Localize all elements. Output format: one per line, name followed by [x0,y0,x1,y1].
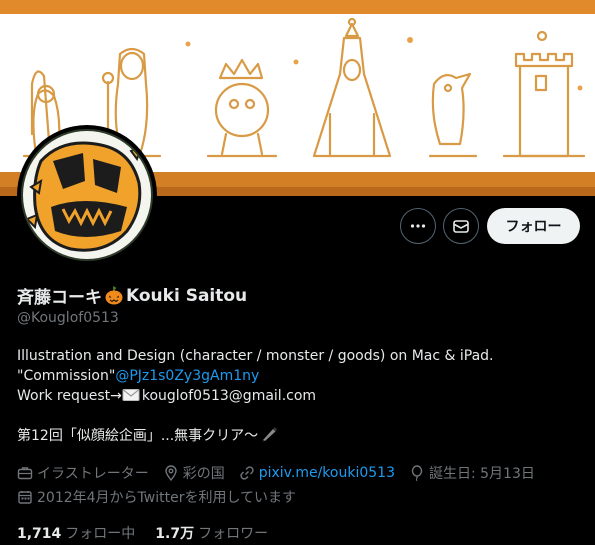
pumpkin-monster-illustration [25,141,143,252]
follow-button[interactable]: フォロー [487,208,580,244]
bio-line-1: Illustration and Design (character / mon… [17,348,494,364]
link-icon [240,466,254,480]
following-link[interactable]: 1,714 フォロー中 [17,523,135,543]
birthday-text: 誕生日: 5月13日 [428,466,535,482]
pumpkin-emoji-icon [105,285,123,304]
display-name: 斉藤コーキ Kouki Saitou [17,283,248,309]
follow-stats: 1,714 フォロー中 1.7万 フォロワー [17,523,288,543]
pen-emoji-icon [262,427,278,442]
location-item: 彩の国 [163,463,225,483]
briefcase-icon [17,467,33,480]
more-button[interactable] [400,208,436,244]
more-icon [410,224,426,228]
location-text: 彩の国 [182,466,225,482]
birthday-item: 誕生日: 5月13日 [409,463,535,483]
following-count: 1,714 [17,526,62,542]
bio-work-request-label: Work request→ [17,388,122,404]
balloon-icon [411,465,423,481]
calendar-icon [18,491,32,504]
bio-campaign-text: 第12回「似顔絵企画」...無事クリア〜 [17,428,259,444]
bio-line-3: Work request→ kouglof0513@gmail.com [17,386,587,406]
commission-account-link[interactable]: @PJz1s0Zy3gAm1ny [115,368,259,384]
profile-join-row: 2012年4月からTwitterを利用しています [17,487,310,507]
joined-text: 2012年4月からTwitterを利用しています [37,490,297,506]
profession-item: イラストレーター [17,463,149,483]
bio-line-2: "Commission"@PJz1s0Zy3gAm1ny [17,366,587,386]
user-handle: @Kouglof0513 [17,310,119,326]
followers-link[interactable]: 1.7万 フォロワー [155,523,268,543]
bio-line-4: 第12回「似顔絵企画」...無事クリア〜 [17,426,587,446]
joined-item: 2012年4月からTwitterを利用しています [17,487,296,507]
following-label: フォロー中 [65,526,136,542]
envelope-emoji-icon [122,389,140,401]
profession-text: イラストレーター [37,466,149,482]
avatar[interactable] [17,125,157,265]
avatar-image [21,129,153,261]
location-pin-icon [165,465,177,481]
display-name-jp: 斉藤コーキ [17,288,102,308]
website-link[interactable]: pixiv.me/kouki0513 [259,465,395,481]
bio-commission-label: "Commission" [17,368,116,384]
website-item[interactable]: pixiv.me/kouki0513 [239,465,395,481]
profile-meta-row: イラストレーター 彩の国 pixiv.me/kouki0513 誕生日: 5月1… [17,463,549,483]
profile-bio: Illustration and Design (character / mon… [17,346,587,446]
message-button[interactable] [443,208,479,244]
followers-count: 1.7万 [155,526,195,542]
bio-email: kouglof0513@gmail.com [141,388,317,404]
followers-label: フォロワー [198,526,269,542]
banner-stripe-top [0,0,595,14]
envelope-icon [453,220,469,233]
display-name-en: Kouki Saitou [126,285,248,306]
